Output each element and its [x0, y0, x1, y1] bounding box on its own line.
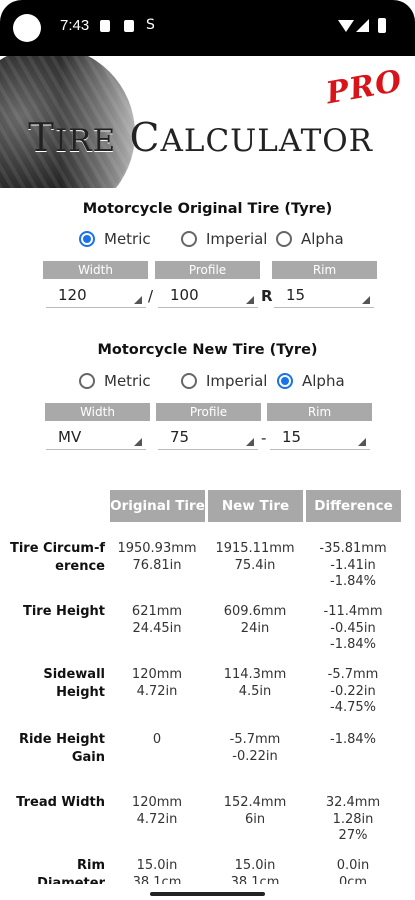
new-radio-imperial[interactable]: Imperial [181, 369, 267, 393]
app-screen: 7:43 S PRO TIRE CALCULATOR Motorcycle Or… [0, 0, 415, 900]
app-logo-text: TIRE CALCULATOR [28, 116, 374, 161]
original-profile-spinner[interactable]: 100 [158, 283, 258, 308]
original-radio-imperial[interactable]: Imperial [181, 227, 267, 251]
radio-label: Imperial [206, 230, 268, 248]
cell-diff: -35.81mm -1.41in -1.84% [319, 541, 387, 589]
cell-new: 1915.11mm 75.4in [215, 541, 295, 573]
app-logo: TIRE CALCULATOR [28, 116, 373, 161]
radio-circle [181, 231, 197, 247]
cell-new: -5.7mm -0.22in [229, 732, 281, 764]
original-radio-alpha[interactable]: Alpha [276, 227, 344, 251]
new-separator: - [261, 429, 267, 447]
row-label: Tire Circum-f erence [9, 541, 105, 574]
cell-original: 120mm 4.72in [131, 795, 183, 827]
pro-badge: PRO [323, 63, 406, 112]
home-handle[interactable] [150, 892, 265, 896]
radio-circle [277, 373, 293, 389]
new-tire-title: Motorcycle New Tire (Tyre) [97, 342, 318, 358]
radio-circle [276, 231, 292, 247]
spinner-value: 120 [58, 286, 87, 304]
status-extra: S [146, 17, 155, 33]
notification-dot-icon [13, 14, 41, 42]
notification-icon [100, 20, 110, 32]
spinner-value: 75 [170, 428, 190, 446]
cell-diff: -5.7mm -0.22in -4.75% [327, 667, 379, 715]
spinner-value: MV [58, 428, 82, 446]
header-difference: Difference [306, 490, 401, 522]
app-header: PRO TIRE CALCULATOR [0, 56, 415, 188]
cell-new: 152.4mm 6in [223, 795, 287, 827]
cell-original: 120mm 4.72in [131, 667, 183, 699]
spinner-value: 15 [282, 428, 302, 446]
cell-signal-icon [356, 19, 369, 32]
header-original-tire: Original Tire [110, 490, 205, 522]
new-unit-radio-group: Metric Imperial Alpha [0, 369, 415, 393]
original-unit-radio-group: Metric Imperial Alpha [0, 227, 415, 251]
dropdown-arrow-icon [134, 438, 142, 446]
row-label: Ride Height Gain [18, 732, 105, 765]
cell-diff: 32.4mm 1.28in 27% [325, 795, 381, 843]
radio-circle [79, 231, 95, 247]
new-radio-alpha[interactable]: Alpha [277, 369, 345, 393]
cell-new: 609.6mm 24in [223, 604, 287, 636]
cell-original: 1950.93mm 76.81in [117, 541, 197, 573]
new-width-header: Width [45, 403, 150, 421]
row-label: Tread Width [16, 795, 105, 810]
new-rim-header: Rim [267, 403, 372, 421]
gesture-bar [0, 884, 415, 900]
spinner-value: 15 [286, 286, 306, 304]
cell-diff: -11.4mm -0.45in -1.84% [323, 604, 383, 652]
status-bar: 7:43 S [0, 0, 415, 56]
battery-icon [378, 18, 386, 33]
dropdown-arrow-icon [134, 296, 142, 304]
row-label: Sidewall Height [43, 667, 105, 700]
cell-diff: -1.84% [330, 732, 376, 747]
dropdown-arrow-icon [362, 296, 370, 304]
original-rim-spinner[interactable]: 15 [274, 283, 374, 308]
dropdown-arrow-icon [358, 438, 366, 446]
wifi-icon [338, 20, 354, 32]
new-width-spinner[interactable]: MV [46, 425, 146, 450]
radio-label: Metric [104, 372, 151, 390]
radio-label: Alpha [302, 372, 345, 390]
cell-original: 0 [152, 732, 162, 747]
original-tire-title: Motorcycle Original Tire (Tyre) [82, 201, 333, 217]
original-width-spinner[interactable]: 120 [46, 283, 146, 308]
original-rim-header: Rim [272, 261, 377, 279]
original-width-header: Width [43, 261, 148, 279]
row-label: Tire Height [22, 604, 105, 619]
original-profile-header: Profile [155, 261, 260, 279]
radio-label: Imperial [206, 372, 268, 390]
new-rim-spinner[interactable]: 15 [270, 425, 370, 450]
spinner-value: 100 [170, 286, 199, 304]
dropdown-arrow-icon [246, 438, 254, 446]
new-profile-spinner[interactable]: 75 [158, 425, 258, 450]
dropdown-arrow-icon [246, 296, 254, 304]
original-separator-1: / [148, 287, 154, 305]
original-separator-2: R [261, 287, 273, 305]
new-profile-header: Profile [156, 403, 261, 421]
new-radio-metric[interactable]: Metric [79, 369, 151, 393]
original-radio-metric[interactable]: Metric [79, 227, 151, 251]
radio-label: Metric [104, 230, 151, 248]
header-new-tire: New Tire [208, 490, 303, 522]
radio-circle [181, 373, 197, 389]
cell-new: 114.3mm 4.5in [223, 667, 287, 699]
status-time: 7:43 [60, 17, 90, 34]
radio-circle [79, 373, 95, 389]
radio-label: Alpha [301, 230, 344, 248]
sd-card-icon [124, 20, 134, 32]
cell-original: 621mm 24.45in [131, 604, 183, 636]
